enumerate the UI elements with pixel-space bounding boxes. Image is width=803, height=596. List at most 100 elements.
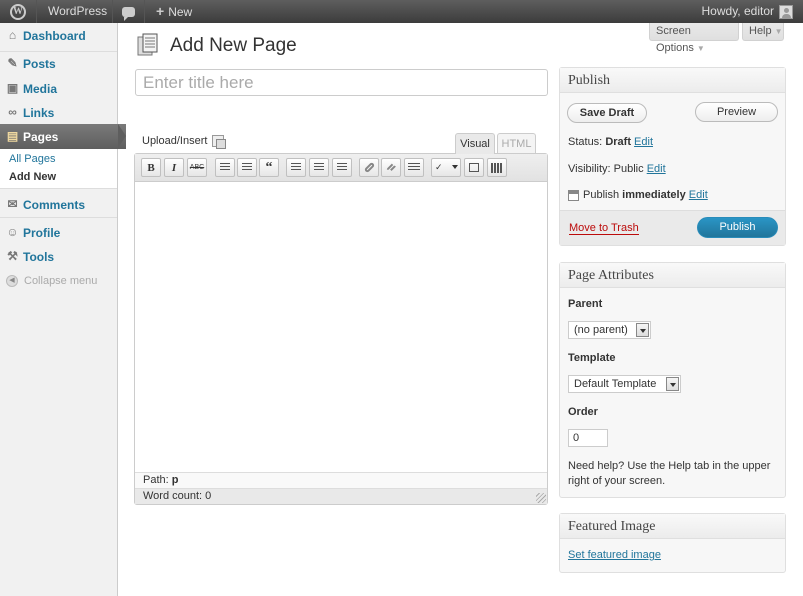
align-left-button[interactable]: [286, 158, 306, 177]
visibility-line: Visibility: Public Edit: [568, 163, 666, 175]
parent-value: (no parent): [574, 324, 628, 336]
order-input[interactable]: [568, 429, 608, 447]
insert-link-button[interactable]: [359, 158, 379, 177]
bullet-list-button[interactable]: [215, 158, 235, 177]
menu-links[interactable]: ∞ Links: [0, 100, 117, 125]
admin-bar: W WordPress + New Howdy, editor: [0, 0, 803, 23]
page-attributes-heading[interactable]: Page Attributes: [560, 263, 785, 288]
account-menu[interactable]: Howdy, editor: [702, 0, 793, 23]
status-value: Draft: [605, 136, 631, 148]
order-label: Order: [568, 406, 598, 418]
parent-label: Parent: [568, 298, 603, 310]
publish-box: Publish Save Draft Preview Status: Draft…: [559, 67, 786, 246]
new-label: New: [168, 5, 193, 19]
align-center-button[interactable]: [309, 158, 329, 177]
bullet-list-icon: [220, 163, 230, 172]
featured-image-heading[interactable]: Featured Image: [560, 514, 785, 539]
collapse-menu-button[interactable]: ◀ Collapse menu: [6, 275, 97, 287]
chevron-down-icon: [636, 323, 649, 337]
status-line: Status: Draft Edit: [568, 136, 653, 148]
pages-icon: ▤: [6, 129, 19, 143]
edit-schedule-link[interactable]: Edit: [689, 189, 708, 201]
publish-button[interactable]: Publish: [697, 217, 778, 238]
preview-button[interactable]: Preview: [695, 102, 778, 122]
help-text: Need help? Use the Help tab in the upper…: [568, 460, 771, 487]
kitchen-sink-icon: [491, 162, 503, 173]
word-count: Word count: 0: [135, 488, 547, 504]
italic-button[interactable]: I: [164, 158, 184, 177]
publish-when: immediately: [622, 189, 686, 201]
upload-insert-button[interactable]: Upload/Insert: [142, 135, 227, 149]
menu-separator: [0, 217, 117, 218]
menu-tools[interactable]: ⚒ Tools: [0, 244, 117, 269]
featured-image-box: Featured Image Set featured image: [559, 513, 786, 573]
spellcheck-button[interactable]: ✓: [431, 158, 461, 177]
strikethrough-button[interactable]: ABC: [187, 158, 207, 177]
comments-icon[interactable]: [113, 0, 145, 23]
more-tag-icon: [408, 163, 420, 172]
editor-content-area[interactable]: [135, 182, 547, 472]
set-featured-image-link[interactable]: Set featured image: [568, 549, 661, 561]
site-name-link[interactable]: WordPress: [37, 0, 113, 23]
numbered-list-button[interactable]: [237, 158, 257, 177]
status-label: Status:: [568, 136, 603, 148]
template-value: Default Template: [574, 378, 657, 390]
screen-options-button[interactable]: Screen Options ▼: [649, 23, 739, 54]
fullscreen-icon: [469, 163, 479, 172]
pages-submenu: All Pages Add New: [0, 149, 117, 189]
wordpress-logo-icon[interactable]: W: [0, 0, 37, 23]
menu-media[interactable]: ▣ Media: [0, 76, 117, 101]
tab-visual[interactable]: Visual: [455, 133, 495, 154]
path-value[interactable]: p: [172, 474, 179, 486]
help-label: Help: [749, 25, 772, 37]
upload-insert-label: Upload/Insert: [142, 135, 208, 147]
pin-icon: ✎: [7, 56, 18, 70]
template-select[interactable]: Default Template: [568, 375, 681, 393]
menu-profile[interactable]: ☺ Profile: [0, 220, 117, 245]
align-left-icon: [291, 163, 301, 172]
menu-pages[interactable]: ▤ Pages: [0, 124, 126, 149]
title-input[interactable]: [135, 69, 548, 96]
menu-media-label: Media: [23, 81, 58, 96]
admin-menu: ⌂ Dashboard ✎ Posts ▣ Media ∞ Links ▤ Pages A…: [0, 23, 126, 596]
publish-box-heading[interactable]: Publish: [560, 68, 785, 93]
unlink-button[interactable]: [381, 158, 401, 177]
edit-status-link[interactable]: Edit: [634, 136, 653, 148]
menu-comments-label: Comments: [23, 197, 86, 212]
menu-dashboard[interactable]: ⌂ Dashboard: [0, 23, 117, 48]
chevron-down-icon: ▼: [696, 44, 705, 53]
avatar: [779, 4, 793, 19]
help-button[interactable]: Help ▼: [742, 23, 784, 41]
bold-button[interactable]: B: [141, 158, 161, 177]
kitchen-sink-button[interactable]: [487, 158, 507, 177]
plus-icon: +: [156, 3, 165, 19]
collapse-arrow-icon: ◀: [6, 275, 18, 287]
submenu-all-pages[interactable]: All Pages: [9, 153, 55, 165]
fullscreen-button[interactable]: [464, 158, 484, 177]
menu-comments[interactable]: ✉ Comments: [0, 192, 117, 217]
chevron-down-icon: ▼: [774, 27, 783, 36]
users-icon: ☺: [6, 225, 19, 239]
new-content-button[interactable]: + New: [146, 0, 206, 23]
page-title: Add New Page: [170, 35, 297, 56]
save-draft-button[interactable]: Save Draft: [567, 103, 647, 123]
parent-select[interactable]: (no parent): [568, 321, 651, 339]
menu-pages-label: Pages: [23, 129, 59, 144]
insert-more-button[interactable]: [404, 158, 424, 177]
add-media-icon: [212, 135, 227, 149]
edit-visibility-link[interactable]: Edit: [647, 163, 666, 175]
menu-posts[interactable]: ✎ Posts: [0, 51, 117, 76]
blockquote-button[interactable]: “: [259, 158, 279, 177]
unlink-icon: [385, 161, 397, 174]
numbered-list-icon: [242, 163, 252, 172]
content-editor: B I ABC “ ✓ Path: p Word count: 0: [134, 153, 548, 505]
editor-resize-handle[interactable]: [536, 493, 546, 503]
tools-icon: ⚒: [7, 249, 18, 263]
submenu-add-new[interactable]: Add New: [9, 171, 56, 183]
move-to-trash-link[interactable]: Move to Trash: [569, 222, 639, 235]
link-icon: ∞: [8, 105, 17, 119]
tab-html[interactable]: HTML: [497, 133, 536, 154]
page-attributes-box: Page Attributes Parent (no parent) Templ…: [559, 262, 786, 498]
align-right-button[interactable]: [332, 158, 352, 177]
publish-actions: Move to Trash Publish: [560, 210, 785, 245]
